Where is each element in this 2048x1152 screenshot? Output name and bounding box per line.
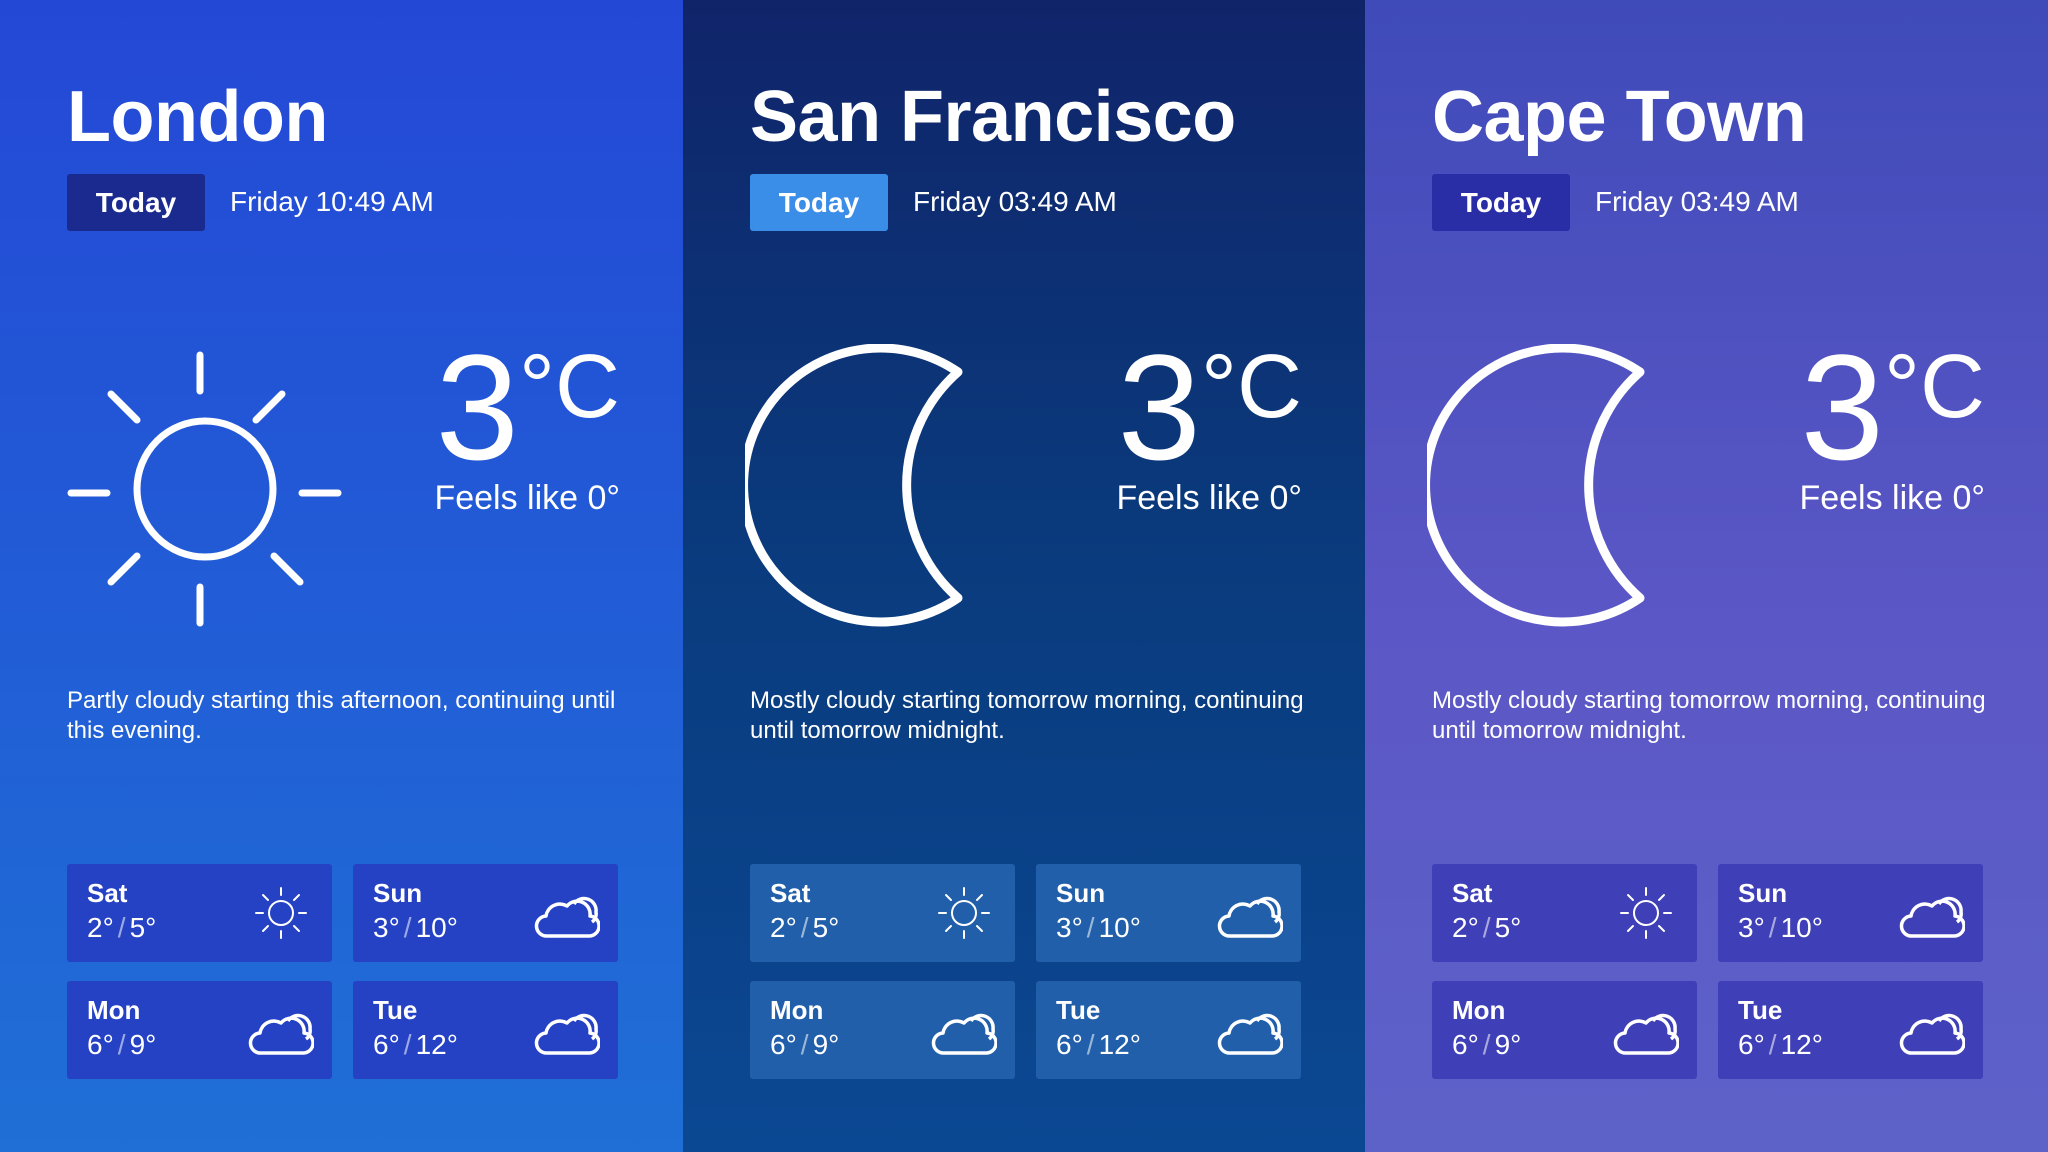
sun-icon xyxy=(62,344,352,634)
sun-icon xyxy=(931,884,997,942)
forecast-tile-sun[interactable]: Sun 3°/10° xyxy=(1036,864,1301,962)
temperature-unit: °C xyxy=(1201,337,1302,437)
forecast-tile-mon[interactable]: Mon 6°/9° xyxy=(1432,981,1697,1079)
weather-dashboard: London Today Friday 10:49 AM 3°C Feels l… xyxy=(0,0,2048,1152)
forecast-low: 3° xyxy=(373,912,400,943)
forecast-tile-tue[interactable]: Tue 6°/12° xyxy=(1036,981,1301,1079)
date-time: Friday 03:49 AM xyxy=(913,186,1117,217)
feels-like: Feels like 0° xyxy=(1116,479,1302,517)
forecast-high: 12° xyxy=(1098,1029,1141,1060)
forecast-separator: / xyxy=(1482,1029,1491,1060)
forecast-tile-mon[interactable]: Mon 6°/9° xyxy=(750,981,1015,1079)
forecast-grid: Sat 2°/5° Sun 3°/10° Mon 6°/9° Tue 6° / … xyxy=(67,864,618,1079)
forecast-tile-sun[interactable]: Sun 3°/10° xyxy=(353,864,618,962)
city-panel-london: London Today Friday 10:49 AM 3°C Feels l… xyxy=(0,0,683,1152)
forecast-high: 10° xyxy=(1098,912,1141,943)
temperature-value: 3 xyxy=(1800,323,1884,491)
date-time: Friday 10:49 AM xyxy=(230,186,434,217)
cloud-icon xyxy=(1217,1001,1283,1059)
today-button[interactable]: Today xyxy=(750,174,888,231)
temperature-value: 3 xyxy=(1117,323,1201,491)
forecast-separator: / xyxy=(403,912,412,943)
forecast-low: 2° xyxy=(87,912,114,943)
forecast-tile-sun[interactable]: Sun 3°/10° xyxy=(1718,864,1983,962)
forecast-high: 9° xyxy=(129,1029,157,1060)
forecast-low: 6° xyxy=(373,1029,400,1060)
forecast-separator: / xyxy=(1086,1029,1095,1060)
forecast-tile-sat[interactable]: Sat 2°/5° xyxy=(1432,864,1697,962)
current-temperature: 3°C xyxy=(436,332,620,482)
forecast-separator: / xyxy=(1768,1029,1777,1060)
moon-icon xyxy=(745,344,1035,634)
forecast-tile-tue[interactable]: Tue 6°/12° xyxy=(353,981,618,1079)
forecast-high: 5° xyxy=(129,912,157,943)
forecast-separator: / xyxy=(800,1029,809,1060)
forecast-tile-sat[interactable]: Sat 2°/5° xyxy=(67,864,332,962)
forecast-high: 5° xyxy=(812,912,840,943)
forecast-low: 6° xyxy=(1452,1029,1479,1060)
forecast-low: 6° xyxy=(87,1029,114,1060)
forecast-grid: Sat 2°/5° Sun 3°/10° Mon 6°/9° Tue 6° / … xyxy=(1432,864,1983,1079)
temperature-unit: °C xyxy=(519,337,620,437)
moon-icon xyxy=(1427,344,1717,634)
cloud-icon xyxy=(534,1001,600,1059)
forecast-separator: / xyxy=(117,912,126,943)
weather-summary: Mostly cloudy starting tomorrow morning,… xyxy=(750,687,1304,744)
cloud-icon xyxy=(248,1001,314,1059)
forecast-separator: / xyxy=(403,1029,412,1060)
cloud-icon xyxy=(1899,1001,1965,1059)
forecast-separator: / xyxy=(1086,912,1095,943)
forecast-high: 12° xyxy=(415,1029,458,1060)
forecast-grid: Sat 2°/5° Sun 3°/10° Mon 6°/9° Tue 6° / … xyxy=(750,864,1301,1079)
forecast-high: 9° xyxy=(1494,1029,1522,1060)
city-name: San Francisco xyxy=(750,77,1236,157)
forecast-tile-mon[interactable]: Mon 6°/9° xyxy=(67,981,332,1079)
forecast-low: 2° xyxy=(770,912,797,943)
forecast-high: 10° xyxy=(1780,912,1823,943)
weather-summary: Partly cloudy starting this afternoon, c… xyxy=(67,687,616,744)
forecast-high: 5° xyxy=(1494,912,1522,943)
today-button[interactable]: Today xyxy=(67,174,205,231)
cloud-icon xyxy=(534,884,600,942)
forecast-tile-tue[interactable]: Tue 6°/12° xyxy=(1718,981,1983,1079)
date-time: Friday 03:49 AM xyxy=(1595,186,1799,217)
feels-like: Feels like 0° xyxy=(434,479,620,517)
feels-like: Feels like 0° xyxy=(1799,479,1985,517)
forecast-low: 6° xyxy=(770,1029,797,1060)
forecast-low: 2° xyxy=(1452,912,1479,943)
forecast-low: 6° xyxy=(1056,1029,1083,1060)
temperature-unit: °C xyxy=(1884,337,1985,437)
forecast-separator: / xyxy=(1482,912,1491,943)
city-name: Cape Town xyxy=(1432,77,1807,157)
forecast-separator: / xyxy=(117,1029,126,1060)
cloud-icon xyxy=(1613,1001,1679,1059)
forecast-separator: / xyxy=(800,912,809,943)
forecast-low: 3° xyxy=(1738,912,1765,943)
cloud-icon xyxy=(1899,884,1965,942)
city-panel-san-francisco: San Francisco Today Friday 03:49 AM 3°C … xyxy=(683,0,1365,1152)
city-name: London xyxy=(67,77,328,157)
forecast-high: 10° xyxy=(415,912,458,943)
city-panel-cape-town: Cape Town Today Friday 03:49 AM 3°C Feel… xyxy=(1365,0,2048,1152)
forecast-separator: / xyxy=(1768,912,1777,943)
forecast-high: 9° xyxy=(812,1029,840,1060)
cloud-icon xyxy=(1217,884,1283,942)
forecast-high: 12° xyxy=(1780,1029,1823,1060)
temperature-value: 3 xyxy=(435,323,519,491)
forecast-tile-sat[interactable]: Sat 2°/5° xyxy=(750,864,1015,962)
current-temperature: 3°C xyxy=(1801,332,1985,482)
forecast-low: 6° xyxy=(1738,1029,1765,1060)
weather-summary: Mostly cloudy starting tomorrow morning,… xyxy=(1432,687,1986,744)
today-button[interactable]: Today xyxy=(1432,174,1570,231)
sun-icon xyxy=(248,884,314,942)
forecast-low: 3° xyxy=(1056,912,1083,943)
cloud-icon xyxy=(931,1001,997,1059)
sun-icon xyxy=(1613,884,1679,942)
current-temperature: 3°C xyxy=(1118,332,1302,482)
